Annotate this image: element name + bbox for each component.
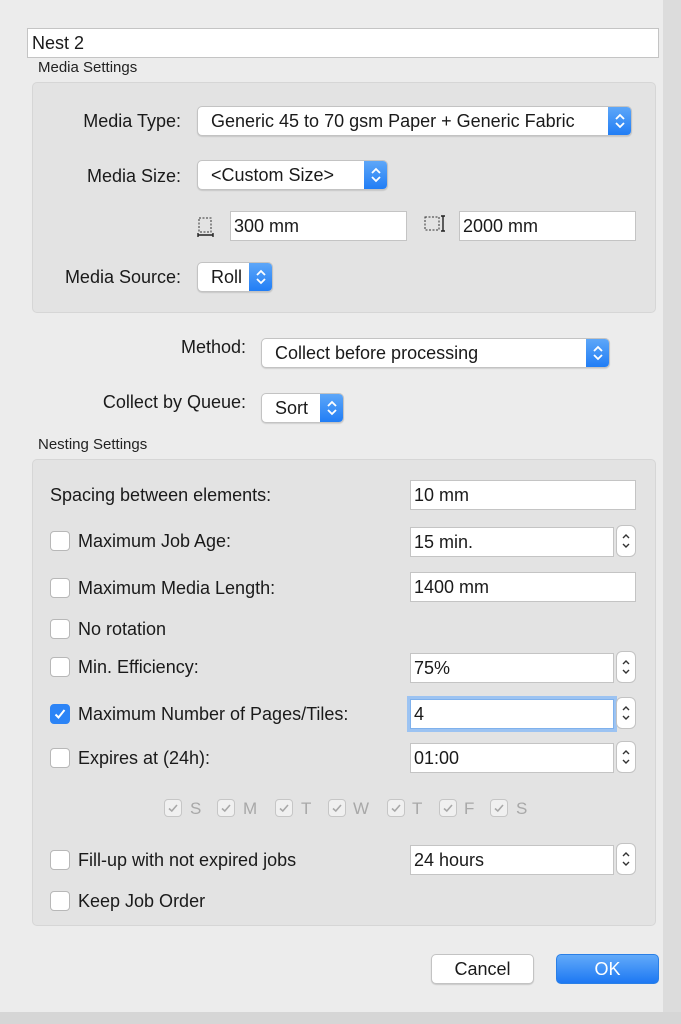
day-checkbox-friday[interactable] bbox=[439, 799, 457, 817]
keep-job-order-label: Keep Job Order bbox=[78, 891, 206, 911]
expires-at-stepper[interactable] bbox=[616, 741, 636, 773]
media-height-input[interactable]: 2000 mm bbox=[459, 211, 636, 241]
chevron-updown-icon bbox=[320, 394, 343, 422]
nesting-settings-title: Nesting Settings bbox=[38, 436, 148, 453]
chevron-updown-icon bbox=[586, 339, 609, 367]
media-type-label: Media Type: bbox=[83, 111, 181, 131]
day-label-monday: M bbox=[243, 799, 258, 818]
day-label-friday: F bbox=[464, 799, 475, 818]
max-job-age-input[interactable]: 15 min. bbox=[410, 527, 614, 557]
expires-at-checkbox[interactable] bbox=[50, 748, 70, 768]
day-checkbox-saturday[interactable] bbox=[490, 799, 508, 817]
max-job-age-label: Maximum Job Age: bbox=[78, 531, 232, 551]
day-checkbox-wednesday[interactable] bbox=[328, 799, 346, 817]
min-efficiency-stepper[interactable] bbox=[616, 651, 636, 683]
min-efficiency-input[interactable]: 75% bbox=[410, 653, 614, 683]
max-pages-input[interactable]: 4 bbox=[410, 699, 614, 729]
collect-by-queue-popup[interactable]: Sort bbox=[261, 393, 344, 423]
max-media-length-checkbox[interactable] bbox=[50, 578, 70, 598]
collect-by-queue-label: Collect by Queue: bbox=[102, 392, 246, 412]
chevron-updown-icon bbox=[249, 263, 272, 291]
media-source-value: Roll bbox=[211, 267, 243, 287]
min-efficiency-checkbox[interactable] bbox=[50, 657, 70, 677]
media-width-input[interactable]: 300 mm bbox=[230, 211, 407, 241]
height-dimension-icon bbox=[424, 214, 445, 236]
no-rotation-checkbox[interactable] bbox=[50, 619, 70, 639]
method-label: Method: bbox=[180, 337, 246, 357]
max-pages-checkbox[interactable] bbox=[50, 704, 70, 724]
spacing-input[interactable]: 10 mm bbox=[410, 480, 636, 510]
day-label-tuesday: T bbox=[301, 799, 312, 818]
cancel-button[interactable]: Cancel bbox=[431, 954, 534, 984]
max-job-age-checkbox[interactable] bbox=[50, 531, 70, 551]
min-efficiency-label: Min. Efficiency: bbox=[78, 657, 199, 677]
job-name-field[interactable]: Nest 2 bbox=[27, 28, 659, 58]
fill-up-input[interactable]: 24 hours bbox=[410, 845, 614, 875]
method-value: Collect before processing bbox=[275, 343, 479, 363]
method-popup[interactable]: Collect before processing bbox=[261, 338, 610, 368]
max-pages-label: Maximum Number of Pages/Tiles: bbox=[78, 704, 349, 724]
window-edge-right bbox=[663, 0, 681, 1024]
width-dimension-icon bbox=[196, 216, 216, 238]
expires-at-input[interactable]: 01:00 bbox=[410, 743, 614, 773]
keep-job-order-checkbox[interactable] bbox=[50, 891, 70, 911]
media-type-popup[interactable]: Generic 45 to 70 gsm Paper + Generic Fab… bbox=[197, 106, 632, 136]
no-rotation-label: No rotation bbox=[78, 619, 167, 639]
day-checkbox-thursday[interactable] bbox=[387, 799, 405, 817]
window-edge-bottom bbox=[0, 1012, 681, 1024]
media-source-label: Media Source: bbox=[64, 267, 181, 287]
spacing-label: Spacing between elements: bbox=[50, 485, 272, 505]
media-settings-title: Media Settings bbox=[38, 59, 138, 76]
media-size-value: <Custom Size> bbox=[211, 165, 335, 185]
day-checkbox-monday[interactable] bbox=[217, 799, 235, 817]
expires-at-label: Expires at (24h): bbox=[78, 748, 211, 768]
day-label-thursday: T bbox=[412, 799, 423, 818]
day-checkbox-tuesday[interactable] bbox=[275, 799, 293, 817]
media-size-popup[interactable]: <Custom Size> bbox=[197, 160, 388, 190]
day-label-wednesday: W bbox=[353, 799, 370, 818]
chevron-updown-icon bbox=[364, 161, 387, 189]
media-type-value: Generic 45 to 70 gsm Paper + Generic Fab… bbox=[211, 111, 575, 131]
max-pages-stepper[interactable] bbox=[616, 697, 636, 729]
day-label-sunday: S bbox=[190, 799, 202, 818]
media-size-label: Media Size: bbox=[86, 166, 181, 186]
day-label-saturday: S bbox=[516, 799, 528, 818]
max-media-length-label: Maximum Media Length: bbox=[78, 578, 276, 598]
fill-up-checkbox[interactable] bbox=[50, 850, 70, 870]
collect-by-queue-value: Sort bbox=[275, 398, 309, 418]
max-media-length-input[interactable]: 1400 mm bbox=[410, 572, 636, 602]
fill-up-label: Fill-up with not expired jobs bbox=[78, 850, 297, 870]
day-checkbox-sunday[interactable] bbox=[164, 799, 182, 817]
media-source-popup[interactable]: Roll bbox=[197, 262, 273, 292]
fill-up-stepper[interactable] bbox=[616, 843, 636, 875]
max-job-age-stepper[interactable] bbox=[616, 525, 636, 557]
ok-button[interactable]: OK bbox=[556, 954, 659, 984]
chevron-updown-icon bbox=[608, 107, 631, 135]
